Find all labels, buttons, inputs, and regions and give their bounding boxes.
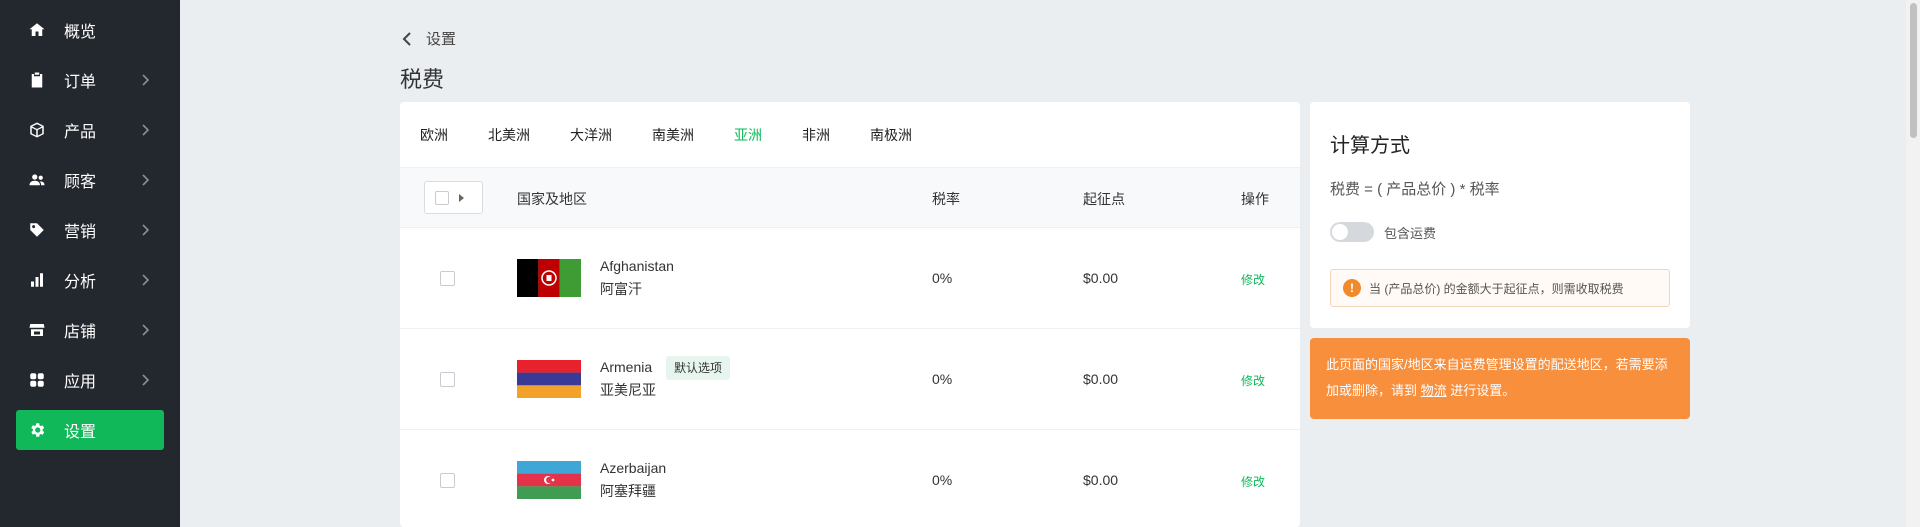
row-checkbox[interactable] <box>440 271 455 286</box>
tax-rate: 0% <box>932 270 953 286</box>
chevron-right-icon <box>138 73 152 87</box>
tab-asia[interactable]: 亚洲 <box>734 125 762 145</box>
edit-link[interactable]: 修改 <box>1241 473 1265 490</box>
sidebar-item-label: 设置 <box>64 424 97 441</box>
home-icon <box>28 21 46 39</box>
chevron-right-icon <box>138 273 152 287</box>
tab-south-america[interactable]: 南美洲 <box>652 125 694 145</box>
notice-text-after: 进行设置。 <box>1450 383 1516 398</box>
country-name-en: Armenia <box>600 359 653 375</box>
tax-formula: 税费 = ( 产品总价 ) * 税率 <box>1330 181 1500 198</box>
logistics-link[interactable]: 物流 <box>1421 383 1447 398</box>
column-header-country: 国家及地区 <box>517 191 587 207</box>
afghanistan-flag <box>517 259 581 297</box>
include-shipping-row: 包含运费 <box>1330 222 1436 242</box>
tax-threshold: $0.00 <box>1083 270 1119 286</box>
tab-north-america[interactable]: 北美洲 <box>488 125 530 145</box>
tax-table-card: 欧洲 北美洲 大洋洲 南美洲 亚洲 非洲 南极洲 国家及地区 税率 起征点 操作 <box>400 102 1300 527</box>
country-name-en: Afghanistan <box>600 258 674 274</box>
users-icon <box>28 171 46 189</box>
sidebar-item-settings[interactable]: 设置 <box>16 410 164 450</box>
chevron-right-icon <box>138 323 152 337</box>
edit-link[interactable]: 修改 <box>1241 372 1265 389</box>
calculation-title: 计算方式 <box>1330 135 1410 157</box>
sidebar-item-overview[interactable]: 概览 <box>16 10 164 50</box>
back-link-label: 设置 <box>426 31 457 48</box>
tab-africa[interactable]: 非洲 <box>802 125 830 145</box>
include-shipping-label: 包含运费 <box>1384 225 1437 241</box>
chevron-right-icon <box>138 173 152 187</box>
sidebar-item-label: 顾客 <box>64 174 97 191</box>
apps-icon <box>28 371 46 389</box>
store-icon <box>28 321 46 339</box>
row-checkbox[interactable] <box>440 473 455 488</box>
bar-chart-icon <box>28 271 46 289</box>
azerbaijan-flag <box>517 461 581 499</box>
sidebar-item-label: 应用 <box>64 374 97 391</box>
sidebar: 概览 订单 产品 顾客 营销 分析 店铺 应用 设置 <box>0 0 180 527</box>
chevron-right-icon <box>138 123 152 137</box>
sidebar-item-label: 分析 <box>64 274 97 291</box>
bulk-select-dropdown[interactable] <box>424 181 483 214</box>
sidebar-item-label: 店铺 <box>64 324 97 341</box>
back-link[interactable]: 设置 <box>400 28 456 49</box>
shipping-notice: 此页面的国家/地区来自运费管理设置的配送地区，若需要添加或删除，请到 物流 进行… <box>1310 338 1690 419</box>
sidebar-item-analytics[interactable]: 分析 <box>16 260 164 300</box>
sidebar-item-customers[interactable]: 顾客 <box>16 160 164 200</box>
sidebar-item-label: 订单 <box>64 74 97 91</box>
table-row: Azerbaijan 阿塞拜疆 0% $0.00 修改 <box>400 430 1300 527</box>
caret-right-icon <box>459 193 464 202</box>
sidebar-item-store[interactable]: 店铺 <box>16 310 164 350</box>
tax-rate: 0% <box>932 371 953 387</box>
default-option-badge: 默认选项 <box>666 356 731 380</box>
chevron-right-icon <box>138 223 152 237</box>
scrollbar-thumb[interactable] <box>1910 3 1917 138</box>
tab-europe[interactable]: 欧洲 <box>420 125 448 145</box>
edit-link[interactable]: 修改 <box>1241 271 1265 288</box>
page-scrollbar[interactable] <box>1906 0 1920 527</box>
country-name-cn: 阿塞拜疆 <box>600 483 656 499</box>
sidebar-item-orders[interactable]: 订单 <box>16 60 164 100</box>
table-row: Afghanistan 阿富汗 0% $0.00 修改 <box>400 228 1300 329</box>
tax-rate: 0% <box>932 472 953 488</box>
clipboard-icon <box>28 71 46 89</box>
box-icon <box>28 121 46 139</box>
tax-threshold: $0.00 <box>1083 371 1119 387</box>
exclamation-icon: ! <box>1343 279 1361 297</box>
select-all-checkbox[interactable] <box>435 190 449 205</box>
tab-oceania[interactable]: 大洋洲 <box>570 125 612 145</box>
table-header: 国家及地区 税率 起征点 操作 <box>400 168 1300 228</box>
sidebar-item-label: 营销 <box>64 224 97 241</box>
column-header-action: 操作 <box>1241 191 1269 207</box>
chevron-right-icon <box>138 373 152 387</box>
armenia-flag <box>517 360 581 398</box>
country-name-cn: 亚美尼亚 <box>600 382 656 398</box>
calculation-method-card: 计算方式 税费 = ( 产品总价 ) * 税率 包含运费 ! 当 (产品总价) … <box>1310 102 1690 328</box>
threshold-warning: ! 当 (产品总价) 的金额大于起征点，则需收取税费 <box>1330 269 1670 307</box>
continent-tabs: 欧洲 北美洲 大洋洲 南美洲 亚洲 非洲 南极洲 <box>400 102 1300 168</box>
chevron-left-icon <box>402 31 411 46</box>
column-header-threshold: 起征点 <box>1083 191 1125 207</box>
country-name-en: Azerbaijan <box>600 460 667 476</box>
row-checkbox[interactable] <box>440 372 455 387</box>
sidebar-item-products[interactable]: 产品 <box>16 110 164 150</box>
column-header-rate: 税率 <box>932 191 960 207</box>
sidebar-item-label: 概览 <box>64 24 97 41</box>
sidebar-item-label: 产品 <box>64 124 97 141</box>
tag-icon <box>28 221 46 239</box>
threshold-warning-text: 当 (产品总价) 的金额大于起征点，则需收取税费 <box>1369 281 1624 296</box>
country-name-cn: 阿富汗 <box>600 281 642 297</box>
include-shipping-toggle[interactable] <box>1330 222 1374 242</box>
sidebar-item-apps[interactable]: 应用 <box>16 360 164 400</box>
tab-antarctica[interactable]: 南极洲 <box>870 125 912 145</box>
tax-threshold: $0.00 <box>1083 472 1119 488</box>
page-title: 税费 <box>400 67 445 92</box>
table-row: Armenia 默认选项 亚美尼亚 0% $0.00 修改 <box>400 329 1300 430</box>
gear-icon <box>28 421 46 439</box>
sidebar-item-marketing[interactable]: 营销 <box>16 210 164 250</box>
